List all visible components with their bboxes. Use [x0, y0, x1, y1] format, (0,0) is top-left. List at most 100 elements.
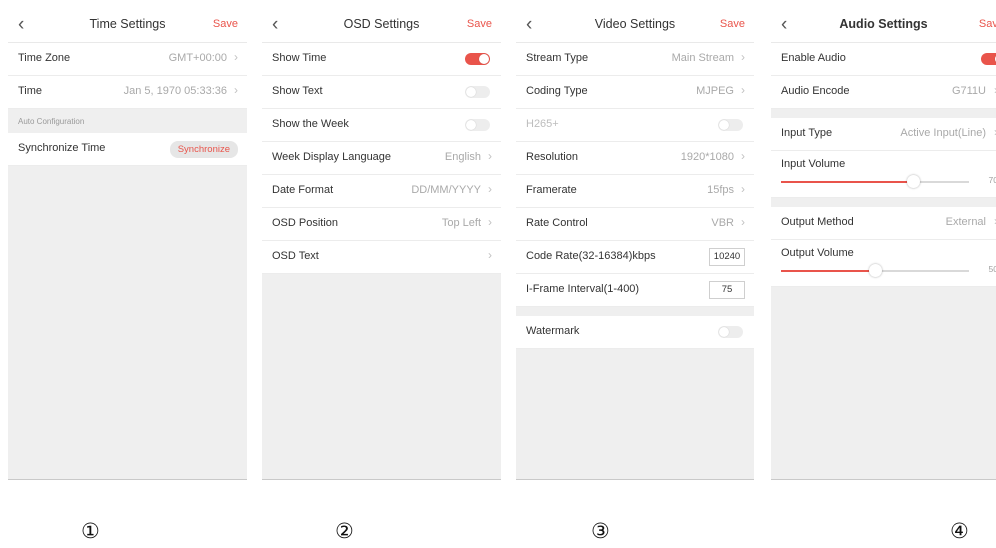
input-volume-thumb[interactable]: [906, 175, 920, 188]
time-zone-row[interactable]: Time Zone GMT+00:00 ›: [8, 43, 247, 76]
input-volume-row: Input Volume 70: [771, 151, 996, 198]
show-text-toggle[interactable]: [465, 86, 490, 98]
input-type-value: Active Input(Line): [900, 127, 986, 139]
framerate-label: Framerate: [526, 184, 577, 196]
h265-toggle[interactable]: [718, 119, 743, 131]
show-week-label: Show the Week: [272, 118, 349, 130]
page-title: Audio Settings: [839, 17, 928, 31]
output-volume-slider[interactable]: [781, 264, 969, 277]
chevron-right-icon: ›: [741, 182, 745, 196]
output-volume-value: 50: [988, 264, 996, 274]
coding-type-value: MJPEG: [696, 85, 734, 97]
page-title: Time Settings: [89, 17, 166, 31]
osd-settings-header: ‹ OSD Settings Save: [262, 9, 501, 43]
date-format-row[interactable]: Date Format DD/MM/YYYY ›: [262, 175, 501, 208]
framerate-value: 15fps: [707, 184, 734, 196]
save-button[interactable]: Save: [720, 18, 745, 30]
rate-control-row[interactable]: Rate Control VBR ›: [516, 208, 754, 241]
week-display-language-value: English: [444, 151, 481, 163]
iframe-interval-label: I-Frame Interval(1-400): [526, 283, 640, 295]
audio-encode-row[interactable]: Audio Encode G711U ›: [771, 76, 996, 109]
audio-encode-label: Audio Encode: [781, 85, 850, 97]
enable-audio-toggle[interactable]: [981, 53, 996, 65]
code-rate-input[interactable]: 10240: [709, 248, 745, 266]
input-type-row[interactable]: Input Type Active Input(Line) ›: [771, 118, 996, 151]
code-rate-label: Code Rate(32-16384)kbps: [526, 250, 656, 262]
chevron-right-icon: ›: [741, 149, 745, 163]
output-method-value: External: [945, 216, 986, 228]
show-time-label: Show Time: [272, 52, 327, 64]
save-button[interactable]: Save: [979, 18, 996, 30]
coding-type-row[interactable]: Coding Type MJPEG ›: [516, 76, 754, 109]
date-format-label: Date Format: [272, 184, 334, 196]
rate-control-value: VBR: [711, 217, 734, 229]
osd-text-row[interactable]: OSD Text ›: [262, 241, 501, 274]
output-method-label: Output Method: [781, 216, 854, 228]
audio-settings-header: ‹ Audio Settings Save: [771, 9, 996, 43]
time-value: Jan 5, 1970 05:33:36: [123, 85, 227, 97]
h265-label: H265+: [526, 118, 559, 130]
audio-encode-value: G711U: [951, 85, 986, 97]
show-week-row: Show the Week: [262, 109, 501, 142]
rate-control-label: Rate Control: [526, 217, 588, 229]
chevron-right-icon: ›: [234, 83, 238, 97]
framerate-row[interactable]: Framerate 15fps ›: [516, 175, 754, 208]
coding-type-label: Coding Type: [526, 85, 588, 97]
time-row[interactable]: Time Jan 5, 1970 05:33:36 ›: [8, 76, 247, 109]
watermark-row: Watermark: [516, 316, 754, 349]
page-title: OSD Settings: [343, 17, 420, 31]
output-volume-row: Output Volume 50: [771, 240, 996, 287]
iframe-interval-row: I-Frame Interval(1-400) 75: [516, 274, 754, 307]
save-button[interactable]: Save: [467, 18, 492, 30]
synchronize-button[interactable]: Synchronize: [169, 141, 238, 158]
chevron-right-icon: ›: [488, 248, 492, 262]
output-method-row[interactable]: Output Method External ›: [771, 207, 996, 240]
enable-audio-label: Enable Audio: [781, 52, 846, 64]
h265-row: H265+: [516, 109, 754, 142]
input-volume-value: 70: [988, 175, 996, 185]
stream-type-row[interactable]: Stream Type Main Stream ›: [516, 43, 754, 76]
input-volume-slider[interactable]: [781, 175, 969, 188]
iframe-interval-input[interactable]: 75: [709, 281, 745, 299]
auto-configuration-label: Auto Configuration: [18, 117, 85, 126]
synchronize-time-label: Synchronize Time: [18, 142, 106, 154]
resolution-label: Resolution: [526, 151, 578, 163]
video-settings-panel: ‹ Video Settings Save Stream Type Main S…: [516, 9, 754, 480]
osd-text-label: OSD Text: [272, 250, 319, 262]
chevron-right-icon: ›: [741, 50, 745, 64]
save-button[interactable]: Save: [213, 18, 238, 30]
page-title: Video Settings: [594, 17, 676, 31]
watermark-label: Watermark: [526, 325, 580, 337]
caption-3: ③: [591, 519, 610, 543]
show-time-toggle[interactable]: [465, 53, 490, 65]
show-week-toggle[interactable]: [465, 119, 490, 131]
auto-configuration-section: Auto Configuration: [8, 109, 247, 133]
osd-position-row[interactable]: OSD Position Top Left ›: [262, 208, 501, 241]
resolution-row[interactable]: Resolution 1920*1080 ›: [516, 142, 754, 175]
show-text-label: Show Text: [272, 85, 323, 97]
input-volume-label: Input Volume: [781, 158, 846, 170]
week-display-language-row[interactable]: Week Display Language English ›: [262, 142, 501, 175]
output-volume-fill: [781, 270, 875, 272]
stream-type-label: Stream Type: [526, 52, 589, 64]
input-volume-fill: [781, 181, 913, 183]
code-rate-row: Code Rate(32-16384)kbps 10240: [516, 241, 754, 274]
show-text-row: Show Text: [262, 76, 501, 109]
enable-audio-row: Enable Audio: [771, 43, 996, 76]
time-label: Time: [18, 85, 43, 97]
date-format-value: DD/MM/YYYY: [411, 184, 481, 196]
caption-1: ①: [81, 519, 100, 543]
watermark-toggle[interactable]: [718, 326, 743, 338]
output-volume-label: Output Volume: [781, 247, 854, 259]
caption-4: ④: [950, 519, 969, 543]
osd-position-value: Top Left: [441, 217, 481, 229]
audio-settings-panel: ‹ Audio Settings Save Enable Audio Audio…: [771, 9, 996, 480]
time-zone-value: GMT+00:00: [168, 52, 227, 64]
output-volume-thumb[interactable]: [869, 264, 882, 277]
resolution-value: 1920*1080: [680, 151, 734, 163]
chevron-right-icon: ›: [741, 83, 745, 97]
chevron-right-icon: ›: [488, 182, 492, 196]
